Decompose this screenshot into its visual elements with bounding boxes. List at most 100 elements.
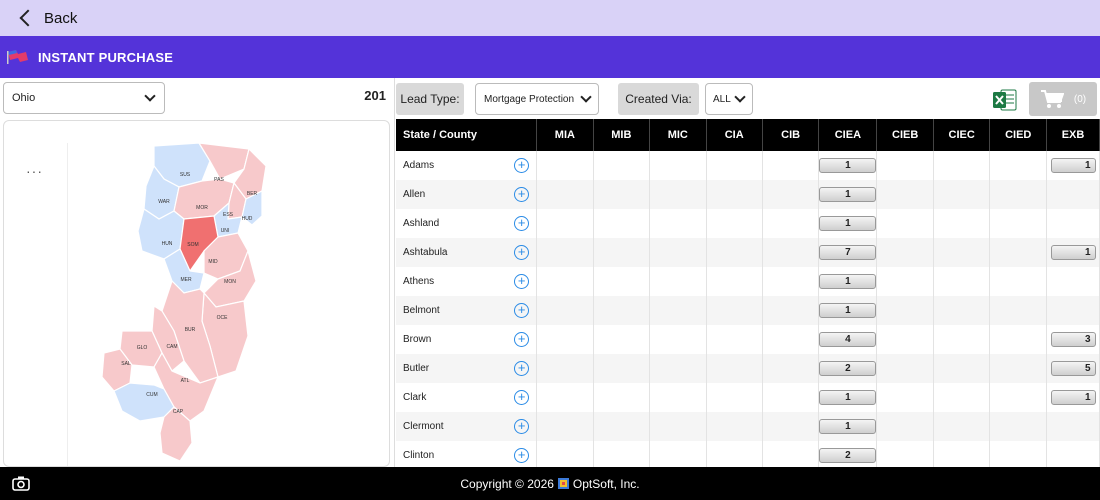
add-circle-icon[interactable]: + (514, 419, 530, 434)
map-label: MON (224, 279, 236, 285)
table-row: Brown + 4 3 (396, 325, 1100, 354)
add-circle-icon[interactable]: + (514, 303, 530, 318)
lead-count-button[interactable]: 1 (1050, 158, 1096, 173)
column-header[interactable]: State / County (396, 119, 538, 151)
column-header[interactable]: CIA (706, 119, 763, 151)
total-lead-count: 201 (364, 88, 386, 103)
lead-count-button[interactable]: 1 (819, 419, 877, 434)
grid-cell (933, 383, 991, 412)
map-label: SAL (121, 361, 131, 367)
add-circle-icon[interactable]: + (514, 274, 530, 289)
column-header[interactable]: CIED (989, 119, 1048, 151)
lead-count-button[interactable]: 1 (819, 390, 877, 405)
map-label: GLO (137, 345, 148, 351)
lead-count-button[interactable]: 1 (819, 274, 877, 289)
grid-cell: 2 (818, 354, 878, 383)
chevron-down-icon (144, 90, 156, 102)
grid-cell (649, 180, 707, 209)
county-name: Adams (403, 160, 435, 171)
county-cell: Brown + (396, 325, 538, 354)
grid-cell (876, 180, 934, 209)
lead-type-label: Lead Type: (396, 83, 464, 115)
column-header[interactable]: CIEA (818, 119, 878, 151)
grid-cell (989, 412, 1048, 441)
column-header[interactable]: MIB (593, 119, 651, 151)
lead-count-button[interactable]: 3 (1050, 332, 1096, 347)
lead-type-select[interactable]: Mortgage Protection (475, 83, 599, 115)
grid-cell (762, 238, 820, 267)
add-circle-icon[interactable]: + (514, 361, 530, 376)
lead-count-button[interactable]: 1 (819, 303, 877, 318)
grid-cell (706, 383, 763, 412)
add-circle-icon[interactable]: + (514, 187, 530, 202)
grid-cell (1046, 267, 1100, 296)
add-circle-icon[interactable]: + (514, 332, 530, 347)
add-circle-icon[interactable]: + (514, 158, 530, 173)
lead-count-button[interactable]: 1 (819, 158, 877, 173)
lead-count-button[interactable]: 2 (819, 448, 877, 463)
lead-count-button[interactable]: 5 (1050, 361, 1096, 376)
grid-cell (1046, 296, 1100, 325)
table-row: Belmont +1 (396, 296, 1100, 325)
grid-cell (876, 151, 934, 180)
lead-count-button[interactable]: 1 (819, 187, 877, 202)
table-row: Clinton +2 (396, 441, 1100, 467)
excel-export-icon[interactable] (992, 87, 1018, 113)
camera-icon[interactable] (12, 475, 30, 491)
grid-cell (649, 325, 707, 354)
created-via-value: ALL (713, 93, 731, 105)
county-name: Belmont (403, 305, 440, 316)
table-row: Athens +1 (396, 267, 1100, 296)
lead-count-button[interactable]: 7 (819, 245, 877, 260)
column-header[interactable]: CIEB (876, 119, 934, 151)
copyright-text: Copyright © 2026 (460, 476, 554, 491)
map-label: WAR (158, 199, 170, 205)
grid-cell: 2 (818, 441, 878, 467)
grid-header-row: State / County MIA MIB MIC CIA CIB CIEA … (396, 119, 1100, 151)
cart-count: (0) (1073, 93, 1087, 105)
add-circle-icon[interactable]: + (514, 448, 530, 463)
state-map: SUS PAS BER WAR MOR ESS HUD UNI HUN SOM … (101, 142, 267, 462)
table-row: Adams +1 1 (396, 151, 1100, 180)
add-circle-icon[interactable]: + (514, 216, 530, 231)
table-row: Clermont +1 (396, 412, 1100, 441)
county-cell: Ashtabula + (396, 238, 538, 267)
grid-cell (1046, 209, 1100, 238)
grid-cell (933, 325, 991, 354)
map-label: PAS (214, 177, 224, 183)
grid-cell (933, 412, 991, 441)
lead-count-button[interactable]: 1 (819, 216, 877, 231)
grid-cell: 1 (818, 180, 878, 209)
lead-count-button[interactable]: 4 (819, 332, 877, 347)
right-pane: Lead Type: Mortgage Protection Created V… (395, 78, 1100, 467)
grid-cell (762, 209, 820, 238)
column-header[interactable]: CIB (762, 119, 820, 151)
state-select[interactable]: Ohio (3, 82, 165, 114)
grid-cell (706, 151, 763, 180)
column-header[interactable]: CIEC (933, 119, 991, 151)
add-circle-icon[interactable]: + (514, 390, 530, 405)
chevron-down-icon (734, 91, 746, 103)
county-name: Ashland (403, 218, 440, 229)
county-cell: Butler + (396, 354, 538, 383)
back-button[interactable]: Back (16, 10, 77, 27)
column-header[interactable]: MIC (649, 119, 707, 151)
column-header[interactable]: EXB (1046, 119, 1100, 151)
grid-cell (933, 296, 991, 325)
map-label: BER (247, 191, 258, 197)
grid-cell (536, 151, 594, 180)
lead-count-button[interactable]: 1 (1050, 390, 1096, 405)
lead-count-button[interactable]: 1 (1050, 245, 1096, 260)
map-label: BUR (185, 327, 196, 333)
grid-cell (762, 441, 820, 467)
column-header[interactable]: MIA (536, 119, 594, 151)
add-circle-icon[interactable]: + (514, 245, 530, 260)
cart-button[interactable]: (0) (1029, 82, 1097, 116)
grid-cell (933, 209, 991, 238)
created-via-select[interactable]: ALL (705, 83, 753, 115)
grid-cell (593, 267, 651, 296)
table-row: Ashtabula +7 1 (396, 238, 1100, 267)
lead-count-button[interactable]: 2 (819, 361, 877, 376)
county-name: Allen (403, 189, 426, 200)
county-name: Ashtabula (403, 247, 448, 258)
